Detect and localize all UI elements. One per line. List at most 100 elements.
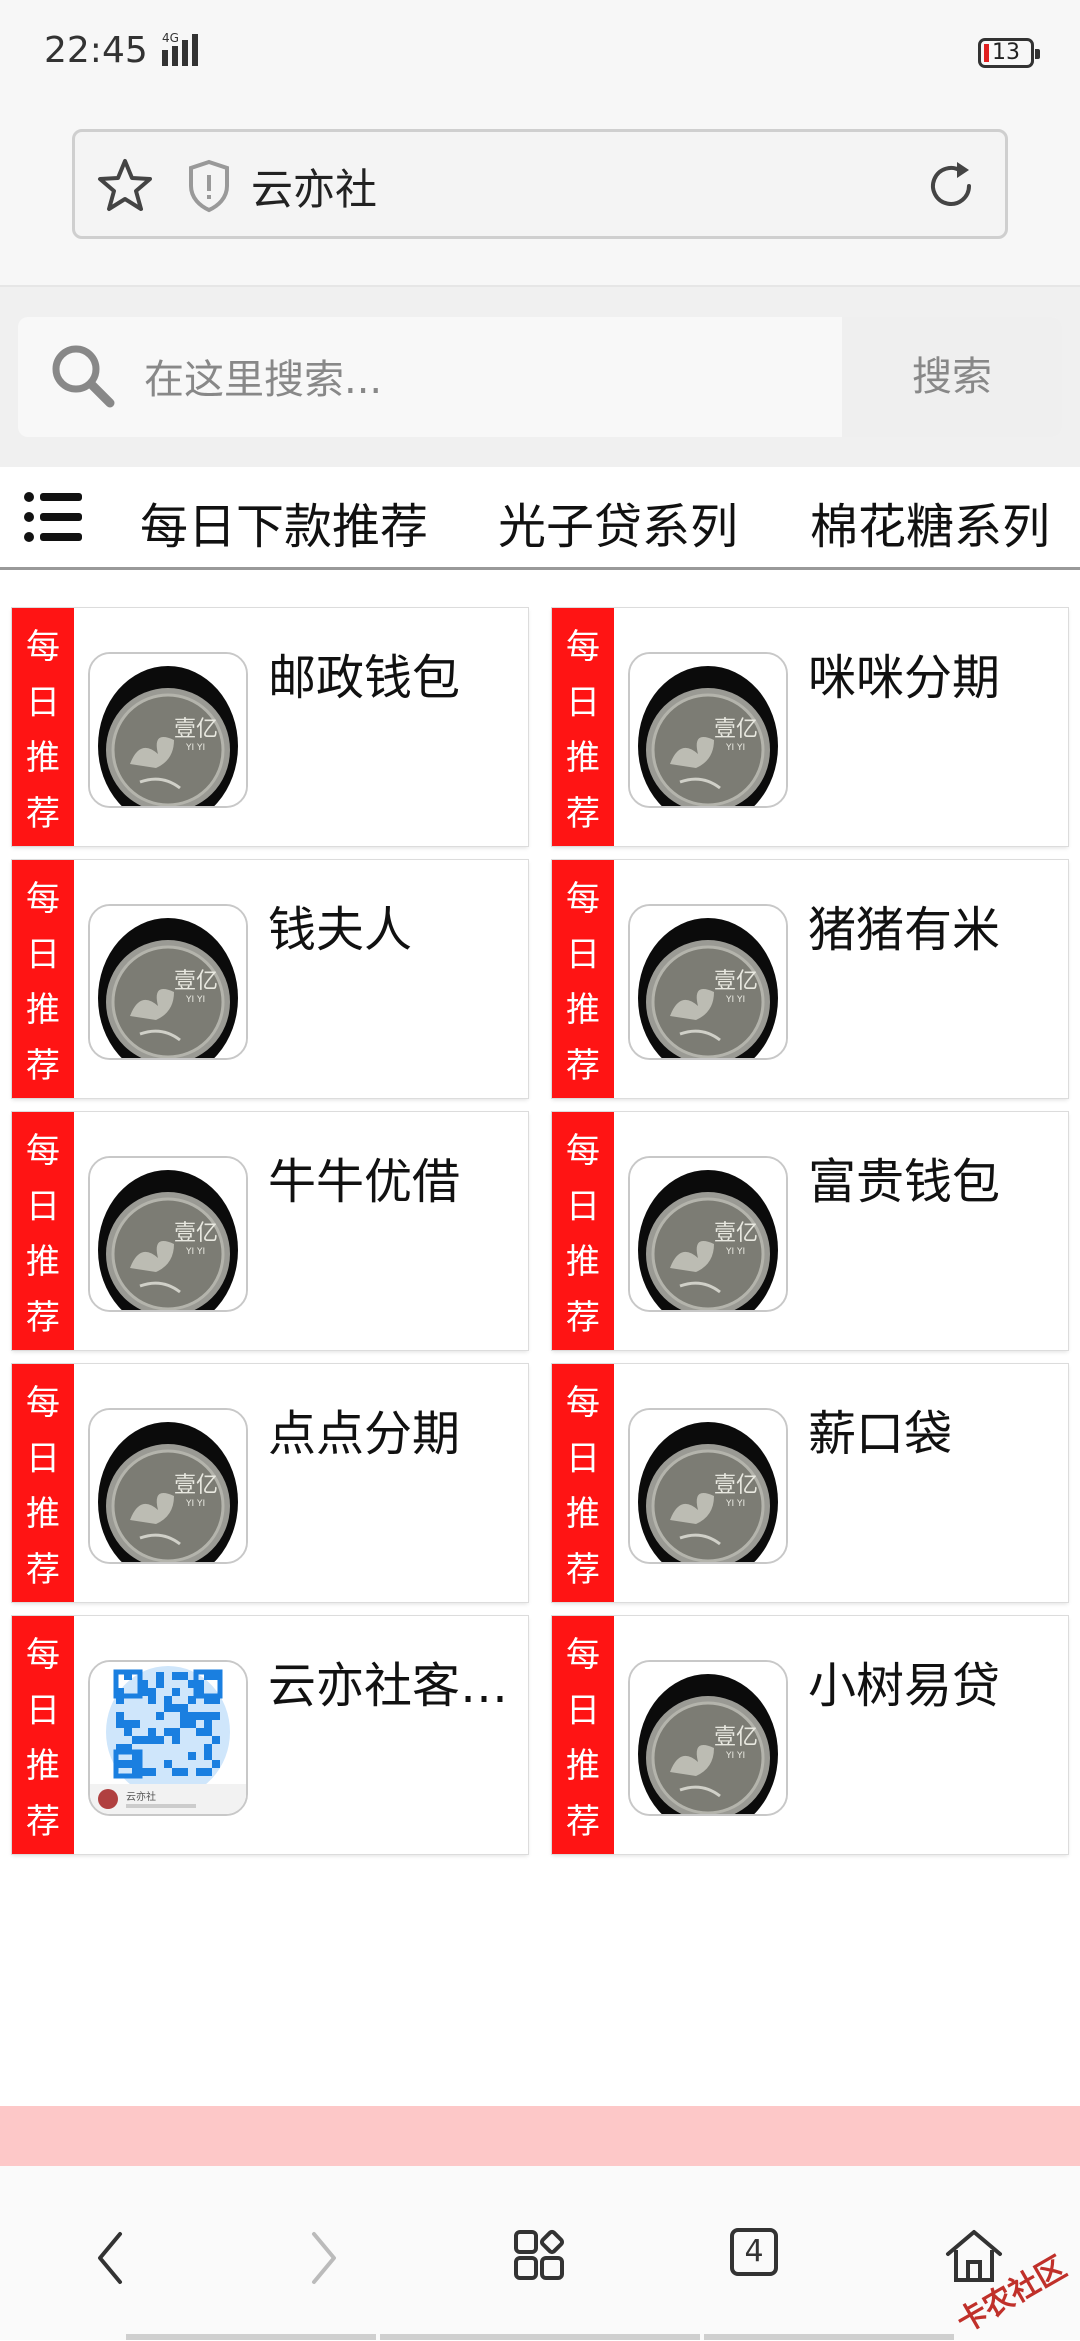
daily-recommend-tag: 每日推荐	[552, 1364, 614, 1602]
coin-subtext: YI YI	[185, 1247, 205, 1257]
product-thumbnail[interactable]: 壹亿 YI YI	[628, 1156, 788, 1312]
product-card[interactable]: 每日推荐 壹亿 YI YI 富贵钱包	[552, 1112, 1068, 1350]
tag-char: 日	[26, 682, 60, 723]
product-card[interactable]: 每日推荐 壹亿 YI YI 薪口袋	[552, 1364, 1068, 1602]
apps-grid-icon[interactable]	[512, 2228, 568, 2284]
tag-char: 推	[26, 1746, 60, 1787]
product-card[interactable]: 每日推荐 壹亿 YI YI 咪咪分期	[552, 608, 1068, 846]
coin-text: 壹亿	[714, 717, 758, 742]
coin-subtext: YI YI	[725, 995, 745, 1005]
search-icon	[52, 345, 115, 408]
menu-list-icon[interactable]	[24, 489, 84, 545]
gesture-bar-right	[704, 2334, 954, 2340]
tag-char: 推	[566, 1746, 600, 1787]
product-thumbnail[interactable]: 壹亿 YI YI	[88, 1156, 248, 1312]
category-nav: 每日下款推荐 光子贷系列 棉花糖系列	[0, 467, 1080, 570]
product-thumbnail[interactable]: 壹亿 YI YI	[88, 904, 248, 1060]
qr-code-thumbnail: 云亦社	[90, 1662, 246, 1814]
tag-char: 推	[566, 1242, 600, 1283]
product-card[interactable]: 每日推荐 壹亿 YI YI 邮政钱包	[12, 608, 528, 846]
daily-recommend-tag: 每日推荐	[12, 860, 74, 1098]
browser-toolbar: 云亦社	[0, 110, 1080, 287]
tag-char: 荐	[26, 1549, 60, 1590]
tag-char: 荐	[26, 793, 60, 834]
coin-text: 壹亿	[174, 969, 218, 994]
coin-text: 壹亿	[714, 1221, 758, 1246]
back-icon[interactable]	[90, 2228, 130, 2288]
tag-char: 日	[566, 1690, 600, 1731]
network-type: 4G	[162, 31, 179, 45]
product-card[interactable]: 每日推荐 壹亿 YI YI 钱夫人	[12, 860, 528, 1098]
product-thumbnail[interactable]: 云亦社	[88, 1660, 248, 1816]
coin-subtext: YI YI	[725, 1247, 745, 1257]
product-name[interactable]: 云亦社客服QQ	[268, 1646, 518, 1716]
reload-icon[interactable]	[921, 156, 981, 216]
coin-thumbnail: 壹亿 YI YI	[630, 1410, 786, 1562]
product-name[interactable]: 富贵钱包	[808, 1142, 1058, 1212]
search-button[interactable]: 搜索	[842, 317, 1062, 437]
pink-banner	[0, 2106, 1080, 2166]
tab-daily-recommend[interactable]: 每日下款推荐	[140, 487, 428, 557]
product-name[interactable]: 牛牛优借	[268, 1142, 518, 1212]
daily-recommend-tag: 每日推荐	[552, 1616, 614, 1854]
qr-caption: 云亦社	[126, 1790, 156, 1803]
tag-char: 日	[566, 682, 600, 723]
tag-char: 荐	[566, 1297, 600, 1338]
status-bar: 22:45 4G 13	[0, 0, 1080, 110]
tag-char: 日	[26, 934, 60, 975]
tab-mianhuatang-series[interactable]: 棉花糖系列	[810, 487, 1050, 557]
product-name[interactable]: 点点分期	[268, 1394, 518, 1464]
coin-text: 壹亿	[174, 1221, 218, 1246]
tag-char: 每	[566, 1131, 600, 1172]
product-card[interactable]: 每日推荐 壹亿 YI YI 牛牛优借	[12, 1112, 528, 1350]
daily-recommend-tag: 每日推荐	[552, 860, 614, 1098]
daily-recommend-tag: 每日推荐	[12, 608, 74, 846]
product-thumbnail[interactable]: 壹亿 YI YI	[88, 1408, 248, 1564]
tag-char: 推	[566, 1494, 600, 1535]
tab-guangzi-series[interactable]: 光子贷系列	[498, 487, 738, 557]
tag-char: 推	[26, 1494, 60, 1535]
daily-recommend-tag: 每日推荐	[12, 1364, 74, 1602]
tag-char: 每	[26, 879, 60, 920]
tag-char: 每	[566, 627, 600, 668]
search-input[interactable]: 在这里搜索...	[144, 347, 382, 405]
address-bar[interactable]: 云亦社	[72, 129, 1008, 239]
product-name[interactable]: 小树易贷	[808, 1646, 1058, 1716]
tag-char: 荐	[566, 1045, 600, 1086]
coin-thumbnail: 壹亿 YI YI	[90, 1158, 246, 1310]
coin-subtext: YI YI	[725, 743, 745, 753]
tag-char: 日	[566, 934, 600, 975]
product-thumbnail[interactable]: 壹亿 YI YI	[88, 652, 248, 808]
tag-char: 荐	[26, 1801, 60, 1842]
coin-subtext: YI YI	[725, 1751, 745, 1761]
search-box: 在这里搜索... 搜索	[18, 317, 1062, 437]
coin-text: 壹亿	[714, 1473, 758, 1498]
coin-subtext: YI YI	[185, 1499, 205, 1509]
product-name[interactable]: 钱夫人	[268, 890, 518, 960]
coin-subtext: YI YI	[185, 743, 205, 753]
product-card[interactable]: 每日推荐 云亦社 云亦社客服QQ	[12, 1616, 528, 1854]
product-name[interactable]: 猪猪有米	[808, 890, 1058, 960]
battery-icon: 13	[978, 38, 1040, 68]
coin-thumbnail: 壹亿 YI YI	[90, 654, 246, 806]
product-card[interactable]: 每日推荐 壹亿 YI YI 小树易贷	[552, 1616, 1068, 1854]
security-shield-icon[interactable]	[185, 158, 233, 214]
tag-char: 每	[566, 1635, 600, 1676]
tag-char: 每	[26, 1383, 60, 1424]
url-text[interactable]: 云亦社	[251, 156, 377, 217]
product-card[interactable]: 每日推荐 壹亿 YI YI 点点分期	[12, 1364, 528, 1602]
product-thumbnail[interactable]: 壹亿 YI YI	[628, 1660, 788, 1816]
product-thumbnail[interactable]: 壹亿 YI YI	[628, 1408, 788, 1564]
bookmark-star-icon[interactable]	[95, 156, 155, 216]
product-thumbnail[interactable]: 壹亿 YI YI	[628, 652, 788, 808]
forward-icon[interactable]	[304, 2228, 344, 2288]
product-thumbnail[interactable]: 壹亿 YI YI	[628, 904, 788, 1060]
product-card[interactable]: 每日推荐 壹亿 YI YI 猪猪有米	[552, 860, 1068, 1098]
gesture-bar-mid	[380, 2334, 700, 2340]
daily-recommend-tag: 每日推荐	[552, 608, 614, 846]
product-name[interactable]: 薪口袋	[808, 1394, 1058, 1464]
signal-icon: 4G	[162, 31, 198, 66]
product-name[interactable]: 咪咪分期	[808, 638, 1058, 708]
tabs-count-button[interactable]: 4	[730, 2228, 778, 2276]
product-name[interactable]: 邮政钱包	[268, 638, 518, 708]
